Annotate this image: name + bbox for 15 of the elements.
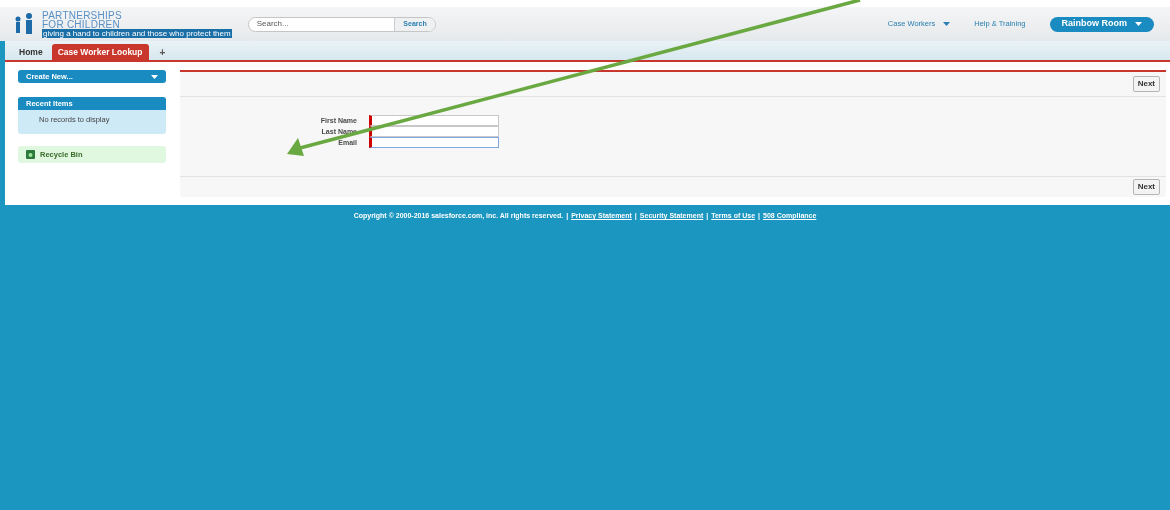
- user-menu[interactable]: Rainbow Room: [1049, 16, 1154, 32]
- logo-text: PARTNERSHIPS: [42, 10, 123, 20]
- text-field[interactable]: [369, 137, 499, 148]
- logo-tagline: giving a hand to children and those who protect them: [42, 28, 232, 38]
- caret-icon: [1135, 22, 1142, 26]
- add-tab-button[interactable]: +: [151, 44, 174, 60]
- next-button[interactable]: Next: [1132, 179, 1160, 195]
- tab[interactable]: Home: [13, 44, 49, 60]
- tab[interactable]: Case Worker Lookup: [51, 44, 149, 60]
- caret-icon: [151, 74, 158, 79]
- trash-icon: [26, 150, 35, 160]
- caret-icon: [943, 22, 951, 26]
- logo-text: FOR CHILDREN: [42, 19, 120, 29]
- next-button[interactable]: Next: [1132, 76, 1160, 92]
- text-field[interactable]: [369, 126, 499, 137]
